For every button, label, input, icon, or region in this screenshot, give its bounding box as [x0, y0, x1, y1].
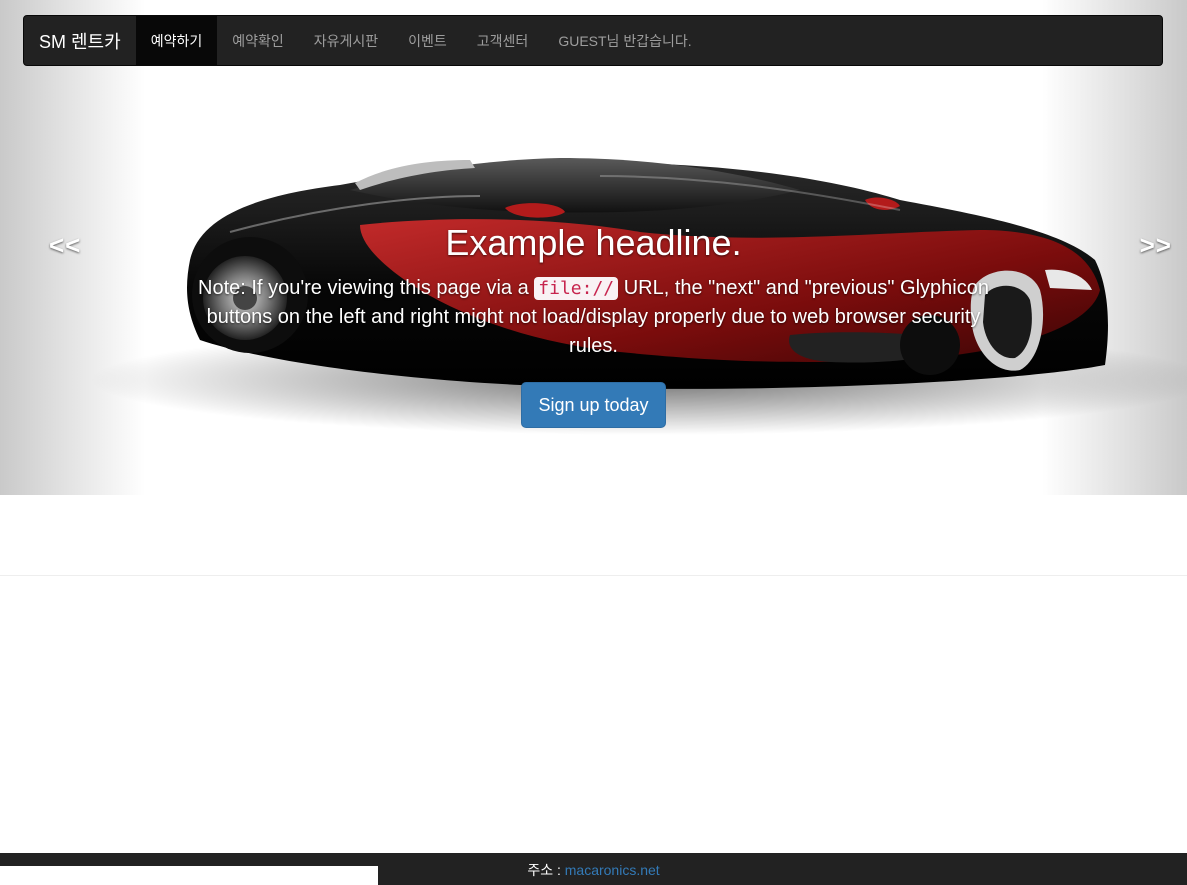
top-navbar: SM 렌트카 예약하기 예약확인 자유게시판 이벤트 고객센터 GUEST님 반… [23, 15, 1163, 66]
carousel-caption: Example headline. Note: If you're viewin… [190, 222, 997, 428]
footer-address-label: 주소 : [527, 862, 565, 878]
content-divider [0, 575, 1187, 576]
hero-carousel: << >> Example headline. Note: If you're … [0, 0, 1187, 495]
nav-item-reservation-check[interactable]: 예약확인 [217, 16, 299, 65]
headline: Example headline. [445, 222, 742, 263]
sign-up-button[interactable]: Sign up today [521, 382, 666, 428]
nav-item-board[interactable]: 자유게시판 [299, 16, 393, 65]
nav-item-reserve[interactable]: 예약하기 [135, 16, 218, 65]
carousel-next-button[interactable]: >> [1140, 230, 1172, 261]
nav-item-event[interactable]: 이벤트 [393, 16, 462, 65]
footer-address-link[interactable]: macaronics.net [565, 862, 660, 878]
footer-white-gap [0, 866, 378, 885]
page: << >> Example headline. Note: If you're … [0, 0, 1187, 885]
caption-note: Note: If you're viewing this page via a … [190, 274, 997, 361]
brand-logo[interactable]: SM 렌트카 [24, 16, 136, 65]
caption-note-start: Note: If you're viewing this page via a [198, 277, 535, 299]
carousel-prev-button[interactable]: << [49, 230, 81, 261]
nav-item-support[interactable]: 고객센터 [462, 16, 544, 65]
user-greeting: GUEST님 반갑습니다. [558, 32, 692, 49]
file-url-code: file:// [534, 277, 619, 300]
